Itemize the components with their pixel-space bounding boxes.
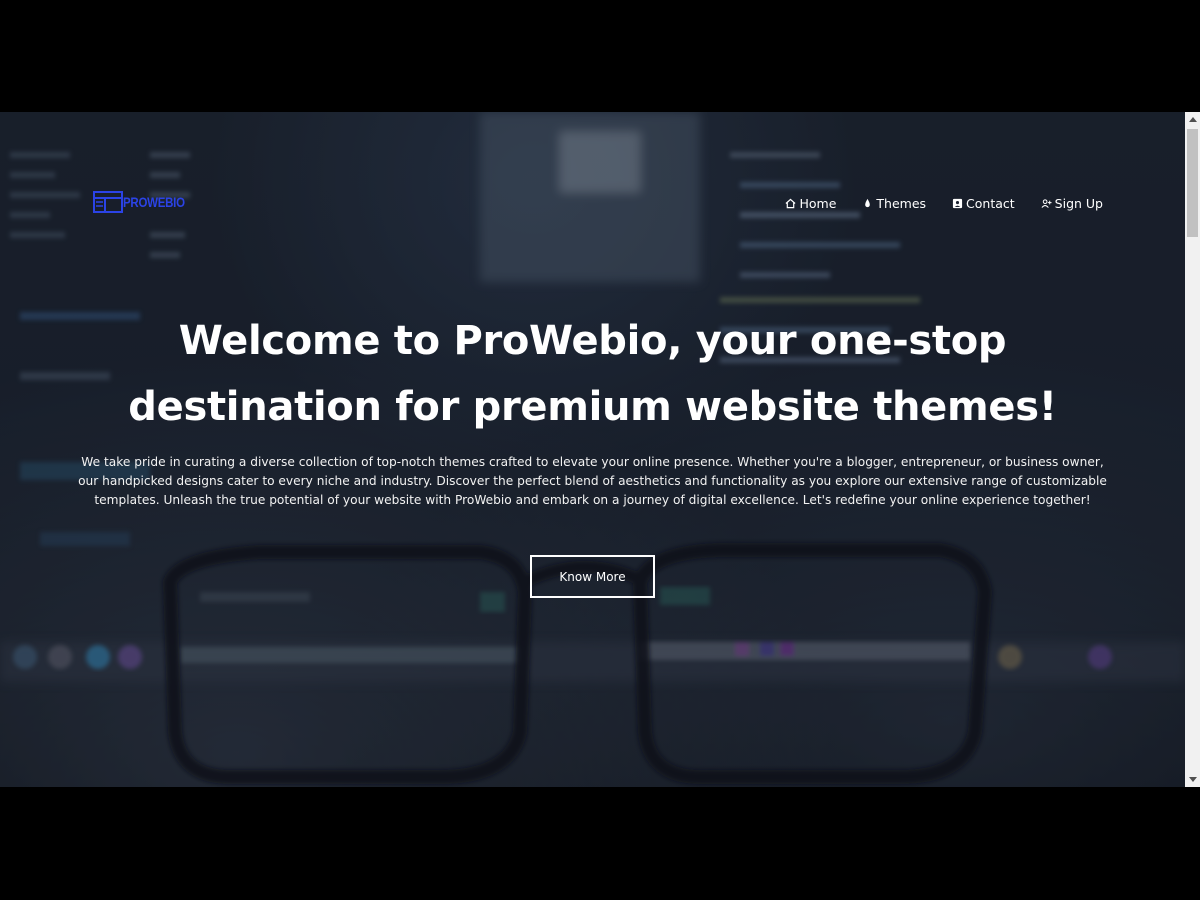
nav-item-signup[interactable]: Sign Up — [1041, 196, 1103, 211]
home-icon — [785, 198, 796, 209]
nav-item-contact[interactable]: Contact — [952, 196, 1015, 211]
brand-logo[interactable]: PROWEBIO — [93, 190, 198, 214]
vertical-scrollbar[interactable] — [1185, 112, 1200, 787]
nav-home-label: Home — [799, 196, 837, 211]
scroll-down-icon — [1188, 777, 1197, 782]
drop-icon — [865, 198, 871, 208]
main-nav: Home Themes Contact Sign Up — [785, 196, 1103, 211]
scroll-up-arrow[interactable] — [1185, 112, 1200, 127]
scroll-up-icon — [1188, 117, 1197, 122]
nav-contact-label: Contact — [966, 196, 1015, 211]
scroll-thumb[interactable] — [1187, 129, 1198, 237]
browser-viewport: PROWEBIO Home Themes Contact Sign Up Wel… — [0, 112, 1200, 787]
logo-text: PROWEBIO — [123, 194, 185, 210]
hero-title: Welcome to ProWebio, your one-stop desti… — [128, 318, 1057, 430]
know-more-button[interactable]: Know More — [530, 555, 655, 598]
hero-section: PROWEBIO Home Themes Contact Sign Up Wel… — [0, 112, 1185, 787]
scroll-down-arrow[interactable] — [1185, 772, 1200, 787]
nav-item-home[interactable]: Home — [785, 196, 836, 211]
user-plus-icon — [1041, 199, 1052, 208]
nav-signup-label: Sign Up — [1054, 196, 1103, 211]
nav-item-themes[interactable]: Themes — [862, 196, 926, 211]
nav-themes-label: Themes — [876, 196, 927, 211]
contact-card-icon — [952, 198, 963, 209]
logo-mark-icon — [93, 191, 123, 213]
hero-description: We take pride in curating a diverse coll… — [78, 455, 1107, 507]
